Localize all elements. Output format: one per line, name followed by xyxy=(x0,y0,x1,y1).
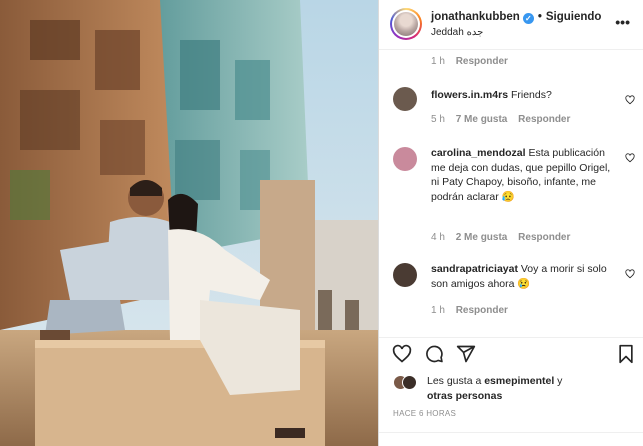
likes-others-link[interactable]: otras personas xyxy=(427,390,502,402)
commenter-username[interactable]: sandrapatriciayat xyxy=(431,263,518,275)
post-photo[interactable] xyxy=(0,0,378,446)
divider xyxy=(379,432,643,433)
likes-prefix: Les gusta a xyxy=(427,375,485,387)
post-actions xyxy=(379,337,643,367)
commenter-avatar[interactable] xyxy=(393,147,417,171)
heart-icon[interactable] xyxy=(625,95,635,105)
bookmark-icon[interactable] xyxy=(616,344,636,364)
post-image xyxy=(0,0,378,446)
comment-time: 1 h xyxy=(431,56,445,67)
author-avatar[interactable] xyxy=(390,8,422,40)
more-icon[interactable]: ••• xyxy=(615,14,630,30)
liker-username[interactable]: esmepimentel xyxy=(484,375,554,387)
post-timestamp[interactable]: HACE 6 HORAS xyxy=(393,409,456,418)
heart-icon[interactable] xyxy=(625,153,635,163)
location-link[interactable]: Jeddah جده xyxy=(431,27,483,38)
liker-avatar xyxy=(402,375,417,390)
comment-icon[interactable] xyxy=(424,344,444,364)
follow-button[interactable]: Siguiendo xyxy=(546,11,602,23)
comment-meta: 4 h 2 Me gusta Responder xyxy=(431,232,578,243)
comment-body: Friends? xyxy=(508,89,552,101)
like-heart-icon[interactable] xyxy=(392,344,412,364)
share-icon[interactable] xyxy=(456,344,476,364)
likes-middle: y xyxy=(554,375,563,387)
comment-text: flowers.in.m4rs Friends? xyxy=(431,88,611,103)
verified-icon: ✓ xyxy=(522,13,534,24)
likes-text: Les gusta a esmepimentel y otras personas xyxy=(427,374,627,404)
author-line: jonathankubben ✓ • Siguiendo xyxy=(431,11,601,24)
author-username[interactable]: jonathankubben xyxy=(431,11,520,23)
comments-list[interactable]: 1 h Responder flowers.in.m4rs Friends? 5… xyxy=(379,51,643,337)
commenter-avatar[interactable] xyxy=(393,87,417,111)
comment-meta: 5 h 7 Me gusta Responder xyxy=(431,114,578,125)
comment-time: 5 h xyxy=(431,114,445,125)
post-side-panel: jonathankubben ✓ • Siguiendo Jeddah جده •••… xyxy=(378,0,643,446)
heart-icon[interactable] xyxy=(625,269,635,279)
post-header: jonathankubben ✓ • Siguiendo Jeddah جده ••• xyxy=(379,0,643,50)
comment-likes[interactable]: 2 Me gusta xyxy=(456,232,508,243)
likers-avatars[interactable] xyxy=(393,375,423,391)
separator-dot: • xyxy=(537,11,542,23)
reply-button[interactable]: Responder xyxy=(456,56,508,67)
reply-button[interactable]: Responder xyxy=(518,114,570,125)
comment-meta: 1 h Responder xyxy=(431,305,516,316)
reply-button[interactable]: Responder xyxy=(518,232,570,243)
commenter-username[interactable]: carolina_mendozal xyxy=(431,147,526,159)
comment-text: carolina_mendozal Esta publicación me de… xyxy=(431,146,611,204)
reply-button[interactable]: Responder xyxy=(456,305,508,316)
previous-comment-meta: 1 h Responder xyxy=(431,56,516,67)
comment-time: 1 h xyxy=(431,305,445,316)
comment-time: 4 h xyxy=(431,232,445,243)
comment-text: sandrapatriciayat Voy a morir si solo so… xyxy=(431,262,611,291)
comment-likes[interactable]: 7 Me gusta xyxy=(456,114,508,125)
commenter-username[interactable]: flowers.in.m4rs xyxy=(431,89,508,101)
commenter-avatar[interactable] xyxy=(393,263,417,287)
